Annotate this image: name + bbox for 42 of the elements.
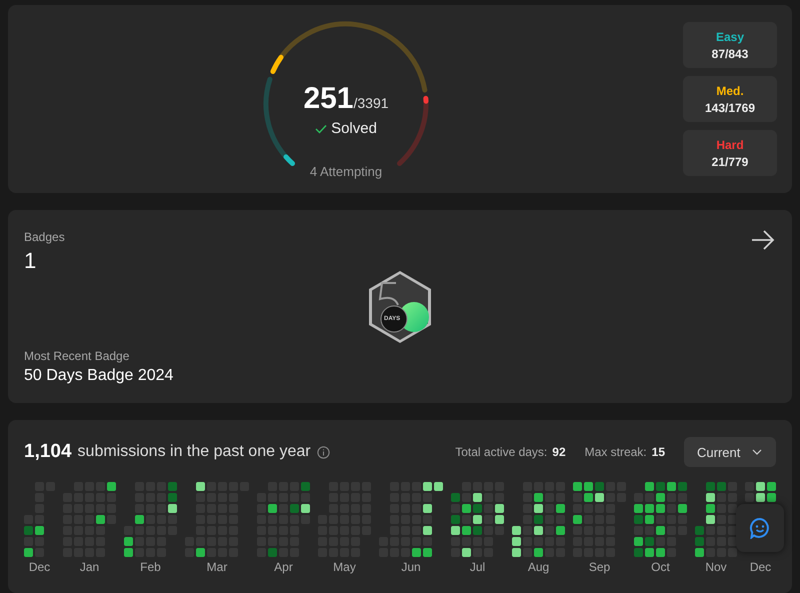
arrow-right-icon[interactable] <box>751 230 775 250</box>
feedback-button[interactable] <box>736 504 784 552</box>
difficulty-label: Med. <box>716 84 744 98</box>
month-label: Apr <box>274 560 293 574</box>
total-count: /3391 <box>354 95 389 111</box>
month-label: Jun <box>401 560 421 574</box>
month-label: Aug <box>528 560 550 574</box>
month-label: May <box>333 560 356 574</box>
difficulty-count: 143/1769 <box>704 100 756 114</box>
max-streak-value: 15 <box>652 445 665 459</box>
recent-badge-label: Most Recent Badge <box>24 349 130 363</box>
active-days-value: 92 <box>552 445 566 459</box>
month-label: Feb <box>140 560 161 574</box>
info-icon[interactable] <box>316 446 330 458</box>
solved-label: Solved <box>331 120 377 137</box>
month-label: Dec <box>750 560 772 574</box>
chevron-down-icon <box>752 449 762 455</box>
chat-bubble-icon <box>749 517 771 539</box>
month-label: Jul <box>470 560 486 574</box>
check-icon <box>315 124 328 134</box>
difficulty-count: 21/779 <box>712 154 748 168</box>
solved-count: 251 <box>303 82 354 116</box>
difficulty-label: Easy <box>716 30 744 44</box>
month-label: Nov <box>705 560 727 574</box>
submission-count: 1,104 <box>24 441 72 463</box>
submissions-caption: submissions in the past one year <box>78 443 311 461</box>
badge-icon <box>366 269 434 345</box>
badges-count: 1 <box>24 248 38 274</box>
range-dropdown[interactable]: Current <box>684 437 776 467</box>
active-days-label: Total active days: <box>455 445 548 459</box>
badges-label: Badges <box>24 230 66 244</box>
recent-badge-name: 50 Days Badge 2024 <box>24 367 174 385</box>
max-streak-label: Max streak: <box>584 445 647 459</box>
attempting-label: 4 Attempting <box>308 164 384 179</box>
month-label: Mar <box>206 560 228 574</box>
month-label: Oct <box>651 560 670 574</box>
difficulty-label: Hard <box>716 138 744 152</box>
month-label: Jan <box>80 560 100 574</box>
hard-progress-arc <box>397 96 428 166</box>
difficulty-count: 87/843 <box>712 46 748 60</box>
month-label: Sep <box>588 560 610 574</box>
month-label: Dec <box>28 560 50 574</box>
